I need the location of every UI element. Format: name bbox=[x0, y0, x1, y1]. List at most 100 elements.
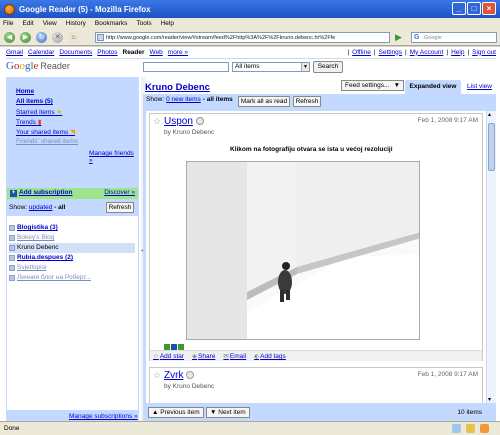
subscription-item[interactable]: Bokey's Blog bbox=[9, 233, 135, 243]
subscription-item[interactable]: Rubia.despues (2) bbox=[9, 253, 135, 263]
link-settings[interactable]: Settings bbox=[379, 49, 403, 56]
search-input[interactable] bbox=[143, 62, 229, 72]
reload-icon[interactable]: ↻ bbox=[36, 32, 47, 43]
manage-subscriptions-link[interactable]: Manage subscriptions » bbox=[69, 413, 138, 420]
add-tags-label: Add tags bbox=[260, 353, 286, 360]
add-tags-action[interactable]: ⬖Add tags bbox=[254, 352, 286, 360]
item-navigation-bar: ▲ Previous item ▼ Next item 10 items bbox=[146, 406, 486, 419]
new-items-link[interactable]: 0 new items bbox=[166, 96, 201, 103]
trends-icon: ▮ bbox=[37, 119, 42, 126]
feed-title[interactable]: Kruno Debenc bbox=[145, 82, 210, 93]
stop-icon[interactable]: ✕ bbox=[52, 32, 63, 43]
gbar-documents[interactable]: Documents bbox=[59, 49, 92, 56]
search-engine-box[interactable]: G Google bbox=[411, 32, 497, 43]
entry-title[interactable]: Uspon bbox=[164, 116, 204, 127]
subscription-item[interactable]: Blogistika (3) bbox=[9, 223, 135, 233]
menu-bookmarks[interactable]: Bookmarks bbox=[95, 20, 128, 27]
address-bar[interactable]: http://www.google.com/reader/view/#strea… bbox=[95, 32, 390, 43]
subscription-item[interactable]: Личния блог на Роберт... bbox=[9, 273, 135, 283]
google-reader-logo[interactable]: Google Reader bbox=[6, 60, 70, 72]
close-button[interactable]: × bbox=[482, 2, 496, 15]
view-bar: Show: 0 new items - all items bbox=[146, 96, 233, 103]
menu-help[interactable]: Help bbox=[161, 20, 174, 27]
page: Gmail Calendar Documents Photos Reader W… bbox=[0, 47, 500, 421]
feed-favicon-icon bbox=[9, 275, 15, 281]
gbar-web[interactable]: Web bbox=[150, 49, 163, 56]
divider bbox=[6, 58, 496, 59]
entry-body-text: Klikom na fotografiju otvara se ista u v… bbox=[230, 146, 393, 153]
addon-icon[interactable] bbox=[452, 424, 461, 433]
scroll-down-icon[interactable]: ▾ bbox=[488, 396, 491, 403]
tab-expanded-view[interactable]: Expanded view bbox=[405, 80, 461, 94]
star-outline-icon[interactable]: ☆ bbox=[153, 370, 161, 381]
subscription-item[interactable]: Svjetlopisi bbox=[9, 263, 135, 273]
lock-icon[interactable] bbox=[466, 424, 475, 433]
external-link-icon[interactable] bbox=[195, 117, 204, 126]
entries-container: ☆ Uspon Feb 1, 2008 9:17 AM by Kruno Deb… bbox=[146, 111, 486, 403]
tab-list-view[interactable]: List view bbox=[463, 81, 496, 93]
nav-all-items[interactable]: All items (5) bbox=[16, 98, 53, 105]
add-subscription-button[interactable]: + Add subscription bbox=[10, 189, 72, 197]
window-title: Google Reader (5) - Mozilla Firefox bbox=[19, 4, 151, 14]
show-updated-link[interactable]: updated bbox=[29, 204, 53, 211]
share-action[interactable]: ◈Share bbox=[192, 352, 215, 360]
google-g-icon: G bbox=[414, 34, 422, 42]
discover-link[interactable]: Discover » bbox=[104, 189, 135, 196]
feed-settings-dropdown[interactable]: Feed settings... ▼ bbox=[341, 80, 404, 91]
items-filter-value: All items bbox=[235, 63, 260, 70]
star-outline-icon[interactable]: ☆ bbox=[153, 116, 161, 127]
previous-item-button[interactable]: ▲ Previous item bbox=[148, 407, 204, 418]
entry-title-text: Uspon bbox=[164, 116, 193, 127]
arrow-down-icon: ▼ bbox=[210, 409, 217, 416]
feed-favicon-icon bbox=[9, 245, 15, 251]
scrollbar-thumb[interactable] bbox=[488, 123, 495, 171]
refresh-button[interactable]: Refresh bbox=[293, 96, 321, 107]
entry-photo[interactable] bbox=[186, 161, 420, 340]
scroll-up-icon[interactable]: ▴ bbox=[488, 111, 491, 118]
menu-bar: File Edit View History Bookmarks Tools H… bbox=[0, 18, 500, 29]
nav-starred[interactable]: Starred items ★ bbox=[16, 108, 62, 116]
next-item-label: Next item bbox=[218, 409, 246, 416]
entry-title[interactable]: Zvrk bbox=[164, 370, 195, 381]
reading-pane: Show: 0 new items - all items Mark all a… bbox=[143, 94, 496, 421]
items-filter-select[interactable]: All items ▼ bbox=[232, 62, 310, 72]
manage-friends-link[interactable]: Manage friends » bbox=[89, 150, 139, 164]
mark-all-read-button[interactable]: Mark all as read bbox=[238, 96, 290, 107]
firefox-icon bbox=[4, 3, 15, 15]
link-sign-out[interactable]: Sign out bbox=[472, 49, 496, 56]
link-my-account[interactable]: My Account bbox=[410, 49, 444, 56]
feed-icon[interactable] bbox=[480, 424, 489, 433]
back-icon[interactable]: ◀ bbox=[4, 32, 15, 43]
gbar-calendar[interactable]: Calendar bbox=[28, 49, 54, 56]
nav-friends[interactable]: Friends' shared items bbox=[16, 138, 78, 145]
menu-edit[interactable]: Edit bbox=[22, 20, 33, 27]
menu-file[interactable]: File bbox=[3, 20, 13, 27]
go-icon[interactable]: ▶ bbox=[395, 32, 406, 43]
gbar-gmail[interactable]: Gmail bbox=[6, 49, 23, 56]
link-offline[interactable]: Offline bbox=[352, 49, 371, 56]
gbar-photos[interactable]: Photos bbox=[97, 49, 117, 56]
sidebar: Home All items (5) Starred items ★ Trend… bbox=[6, 77, 139, 421]
home-icon[interactable]: ⌂ bbox=[68, 32, 79, 43]
subscription-item-selected[interactable]: Kruno Debenc bbox=[9, 243, 135, 253]
feed-favicon-icon bbox=[9, 235, 15, 241]
menu-tools[interactable]: Tools bbox=[136, 20, 151, 27]
refresh-subscriptions-button[interactable]: Refresh bbox=[106, 202, 134, 213]
nav-trends[interactable]: Trends ▮ bbox=[16, 118, 41, 126]
email-action[interactable]: ✉Email bbox=[223, 352, 246, 360]
nav-home[interactable]: Home bbox=[16, 88, 34, 95]
forward-icon[interactable]: ▶ bbox=[20, 32, 31, 43]
search-button[interactable]: Search bbox=[313, 61, 343, 73]
nav-shared[interactable]: Your shared items ◥ bbox=[16, 128, 75, 136]
link-help[interactable]: Help bbox=[451, 49, 464, 56]
gbar-more[interactable]: more » bbox=[168, 49, 188, 56]
entries-scrollbar[interactable]: ▴ ▾ bbox=[487, 111, 496, 403]
menu-history[interactable]: History bbox=[66, 20, 86, 27]
minimize-button[interactable]: _ bbox=[452, 2, 466, 15]
menu-view[interactable]: View bbox=[43, 20, 57, 27]
external-link-icon[interactable] bbox=[186, 371, 195, 380]
maximize-button[interactable]: □ bbox=[467, 2, 481, 15]
photo-graphic bbox=[187, 162, 419, 339]
next-item-button[interactable]: ▼ Next item bbox=[206, 407, 250, 418]
add-star-action[interactable]: ☆Add star bbox=[153, 352, 184, 360]
